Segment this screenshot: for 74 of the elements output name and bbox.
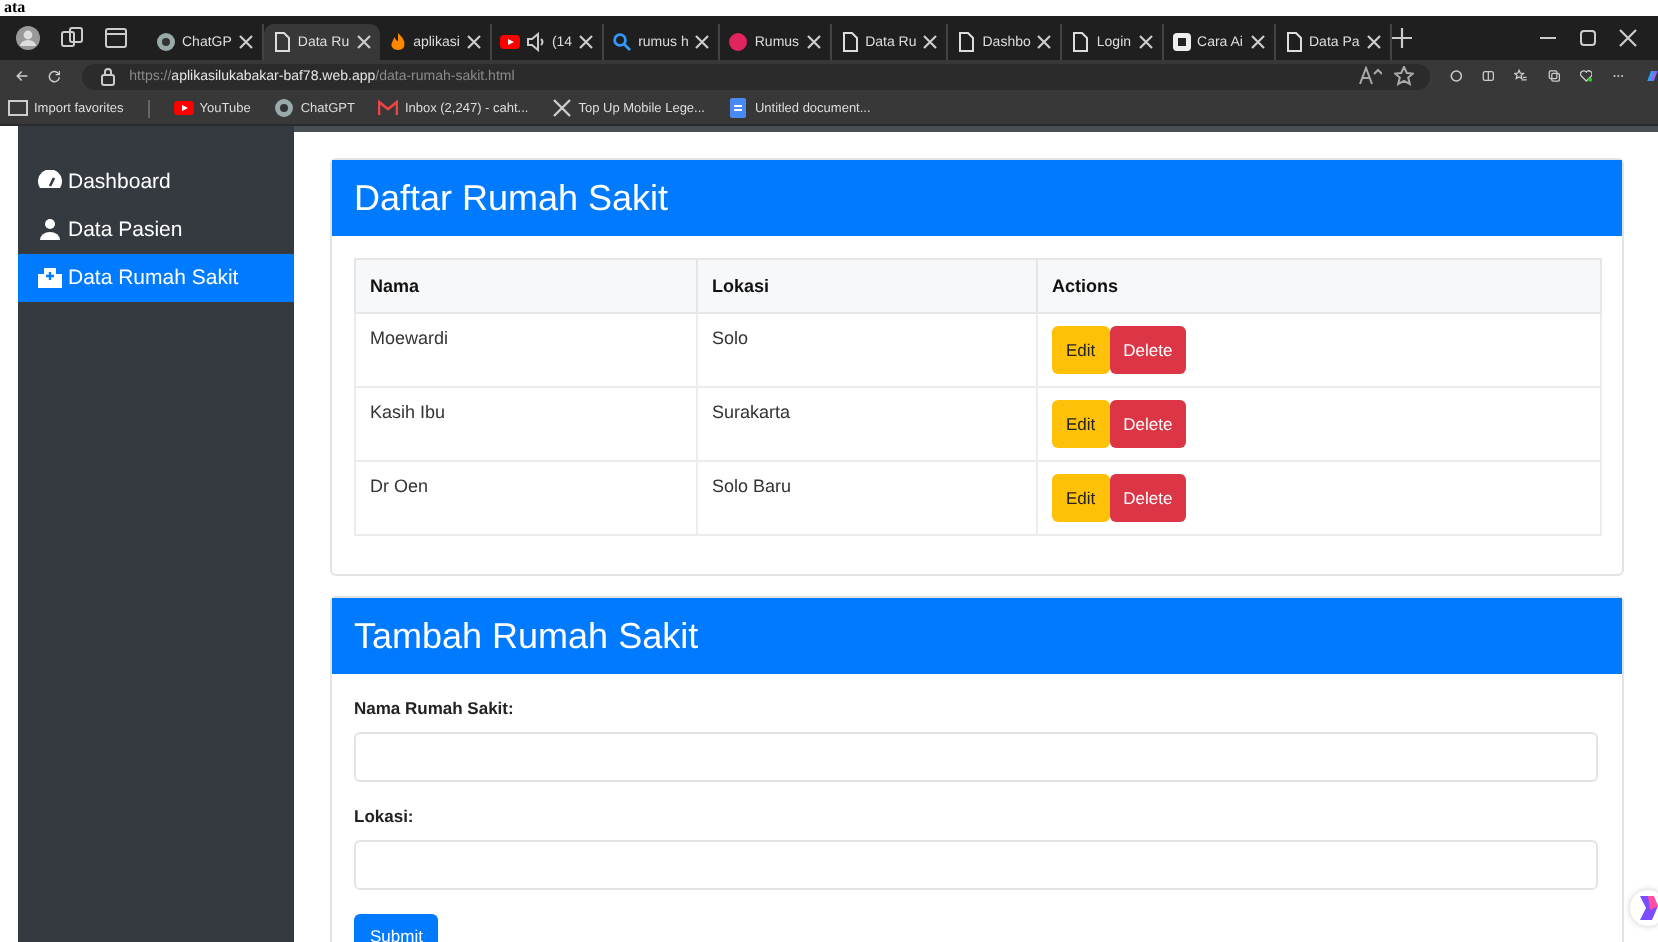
close-icon[interactable] [578,34,595,50]
input-field[interactable] [354,840,1598,890]
table-cell: Solo Baru [697,461,1037,535]
card-header: Tambah Rumah Sakit [332,598,1622,674]
close-icon[interactable] [1036,34,1053,50]
x-icon [552,98,573,118]
document-icon [728,98,749,118]
speaker-icon [525,32,546,52]
close-icon[interactable] [465,34,482,50]
read-aloud-icon[interactable] [1357,66,1382,86]
person-icon [38,218,62,242]
profile-avatar-icon[interactable] [16,26,40,50]
workspaces-icon[interactable] [60,26,84,50]
submit-button[interactable]: Submit [354,914,439,942]
close-icon[interactable] [1137,34,1154,50]
input-field[interactable] [354,732,1598,782]
cropped-heading: ata [4,0,26,16]
table-cell: Kasih Ibu [355,387,697,461]
tab-actions-icon[interactable] [104,26,128,50]
table-cell: Surakarta [697,387,1037,461]
page-icon [1283,32,1303,52]
table-cell: Dr Oen [355,461,697,535]
gauge-icon [38,170,62,194]
hospital-icon [38,266,62,290]
column-header: Actions [1037,259,1601,313]
page-icon [839,32,860,52]
page-icon [271,32,292,52]
delete-button[interactable]: Delete [1109,474,1187,522]
chat-logo-icon [156,32,176,52]
delete-button[interactable]: Delete [1109,326,1187,374]
mail-icon [378,98,399,118]
chat-logo-icon [274,98,295,118]
table-cell: Moewardi [355,313,697,387]
split-screen-icon[interactable] [1481,66,1495,86]
sidebar-item[interactable]: Data Rumah Sakit [18,254,294,302]
favorite-star-icon[interactable] [1393,66,1414,86]
close-icon[interactable] [1249,34,1265,50]
flame-icon [387,32,408,52]
edit-button[interactable]: Edit [1052,474,1110,522]
play-icon [173,98,194,118]
page-icon [1070,32,1091,52]
field-label: Lokasi: [354,806,414,826]
field-label: Nama Rumah Sakit: [354,698,514,718]
reload-icon[interactable] [48,66,62,86]
restore-icon[interactable] [1578,28,1598,48]
circle-icon [728,32,749,52]
collections-icon[interactable] [1547,66,1560,86]
table-cell: Solo [697,313,1037,387]
column-header: Nama [355,259,697,313]
heart-pulse-icon[interactable] [1579,66,1593,86]
sidebar-item[interactable]: Data Pasien [18,206,294,254]
close-icon[interactable] [237,34,254,50]
play-icon [499,32,520,52]
square-icon [1171,32,1192,52]
card-header: Daftar Rumah Sakit [332,160,1622,236]
page-icon [956,32,977,52]
close-icon[interactable] [1365,34,1382,50]
edit-button[interactable]: Edit [1052,400,1110,448]
copilot-logo-icon[interactable] [1645,66,1658,86]
favorites-icon[interactable] [1514,66,1528,86]
new-tab-icon[interactable] [1391,28,1412,48]
delete-button[interactable]: Delete [1109,400,1187,448]
search-icon [612,32,633,52]
close-icon[interactable] [805,34,822,50]
close-icon[interactable] [694,34,711,50]
close-icon[interactable] [1618,28,1638,48]
lock-icon [97,66,118,86]
close-icon[interactable] [355,34,372,50]
back-icon[interactable] [16,66,29,86]
edit-button[interactable]: Edit [1052,326,1110,374]
column-header: Lokasi [697,259,1037,313]
sidebar-item[interactable]: Dashboard [18,158,294,206]
close-icon[interactable] [922,34,939,50]
folder-icon [8,98,28,118]
